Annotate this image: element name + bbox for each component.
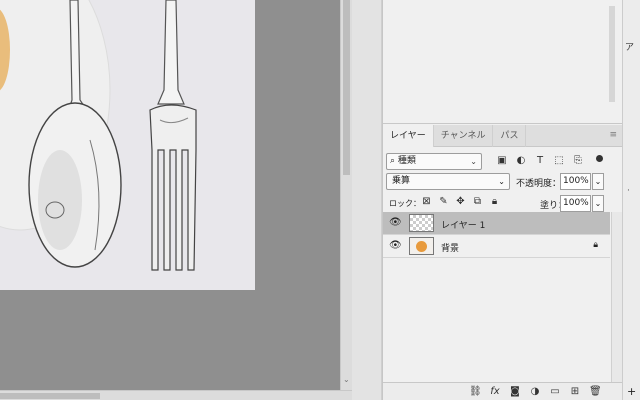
horizontal-scroll-thumb[interactable]: [0, 393, 100, 399]
chevron-down-icon: ⌄: [498, 177, 505, 186]
blend-mode-select[interactable]: 乗算 ⌄: [386, 173, 510, 190]
pixel-filter-icon[interactable]: ▣: [496, 155, 508, 167]
blend-row: 乗算 ⌄ 不透明度： 100% ⌄: [383, 172, 623, 194]
lock-image-icon[interactable]: ✎: [438, 196, 449, 208]
smart-object-filter-icon[interactable]: ⎘: [572, 155, 584, 167]
trash-icon[interactable]: 🗑︎: [589, 385, 602, 398]
type-filter-icon[interactable]: T: [534, 155, 546, 167]
collapsed-panel-label[interactable]: ア: [625, 40, 634, 53]
mask-icon[interactable]: ◙: [509, 385, 521, 398]
document-canvas[interactable]: [0, 0, 255, 290]
eye-icon[interactable]: 👁︎: [389, 240, 402, 252]
chevron-down-icon: ⌄: [470, 157, 477, 166]
tab-layers[interactable]: レイヤー: [383, 125, 434, 147]
plus-icon[interactable]: +: [627, 385, 636, 398]
lock-all-icon[interactable]: 🔒︎: [489, 196, 500, 208]
folder-icon[interactable]: ▭: [549, 385, 561, 398]
upper-panel: [383, 0, 623, 124]
lock-artboard-icon[interactable]: ⧉: [472, 196, 483, 208]
right-dock-strip: ア · +: [622, 0, 640, 400]
filter-kind-select[interactable]: ⌕ 種類 ⌄: [386, 153, 482, 170]
adjustment-layer-icon[interactable]: ◑: [529, 385, 541, 398]
panel-gutter: [352, 0, 382, 400]
layers-panel: レイヤー チャンネル パス ≡ ⌕ 種類 ⌄ ▣ ◐ T ⬚ ⎘ 乗算 ⌄ 不透…: [383, 125, 623, 400]
lock-transparent-icon[interactable]: ⊠: [421, 196, 432, 208]
layer-row[interactable]: 👁︎ 背景 🔒︎: [383, 235, 610, 258]
vertical-scroll-thumb[interactable]: [343, 0, 350, 175]
layer-thumbnail: [409, 237, 434, 255]
lock-label: ロック：: [389, 199, 421, 208]
fill-dropdown-button[interactable]: ⌄: [592, 195, 604, 212]
tab-paths[interactable]: パス: [493, 125, 527, 147]
filter-kind-label: 種類: [397, 156, 416, 166]
app-root: ⌄ レイヤー チャンネル パス ≡ ⌕ 種類 ⌄ ▣ ◐ T ⬚ ⎘ 乗算 ⌄ …: [0, 0, 640, 400]
tab-channels[interactable]: チャンネル: [434, 125, 494, 147]
panel-menu-icon[interactable]: ≡: [609, 130, 617, 140]
panel-dock: レイヤー チャンネル パス ≡ ⌕ 種類 ⌄ ▣ ◐ T ⬚ ⎘ 乗算 ⌄ 不透…: [382, 0, 623, 400]
workspace-vertical-scrollbar[interactable]: ⌄: [340, 0, 352, 390]
link-icon[interactable]: ⛓: [469, 385, 482, 398]
fx-icon[interactable]: fx: [489, 385, 501, 398]
adjustment-filter-icon[interactable]: ◐: [515, 155, 527, 167]
lock-position-icon[interactable]: ✥: [455, 196, 466, 208]
layer-name: レイヤー 1: [441, 221, 486, 231]
workspace-horizontal-scrollbar[interactable]: [0, 390, 352, 400]
blend-mode-value: 乗算: [392, 176, 411, 186]
layers-list: 👁︎ レイヤー 1 👁︎ 背景 🔒︎: [383, 212, 610, 382]
chevron-down-icon[interactable]: ⌄: [343, 375, 350, 384]
opacity-input[interactable]: 100%: [560, 173, 591, 190]
layers-bottom-bar: ⛓ fx ◙ ◑ ▭ ⊞ 🗑︎: [383, 382, 623, 400]
filter-toggle-dot[interactable]: [596, 155, 603, 162]
lock-icon[interactable]: 🔒︎: [593, 240, 598, 250]
layer-thumbnail: [409, 214, 434, 232]
upper-panel-scrollbar[interactable]: [609, 6, 615, 102]
cutlery-image: [0, 0, 255, 290]
new-layer-icon[interactable]: ⊞: [569, 385, 581, 398]
layer-name: 背景: [441, 244, 460, 254]
filter-row: ⌕ 種類 ⌄ ▣ ◐ T ⬚ ⎘: [383, 152, 623, 174]
search-icon: ⌕: [390, 156, 396, 166]
opacity-label: 不透明度：: [516, 179, 562, 189]
eye-icon[interactable]: 👁︎: [389, 217, 402, 229]
panel-tabs: レイヤー チャンネル パス: [383, 125, 623, 147]
fill-input[interactable]: 100%: [560, 195, 591, 212]
shape-filter-icon[interactable]: ⬚: [553, 155, 565, 167]
opacity-dropdown-button[interactable]: ⌄: [592, 173, 604, 190]
document-workspace: [0, 0, 340, 390]
layer-row[interactable]: 👁︎ レイヤー 1: [383, 212, 610, 235]
dot-icon: ·: [627, 186, 630, 196]
